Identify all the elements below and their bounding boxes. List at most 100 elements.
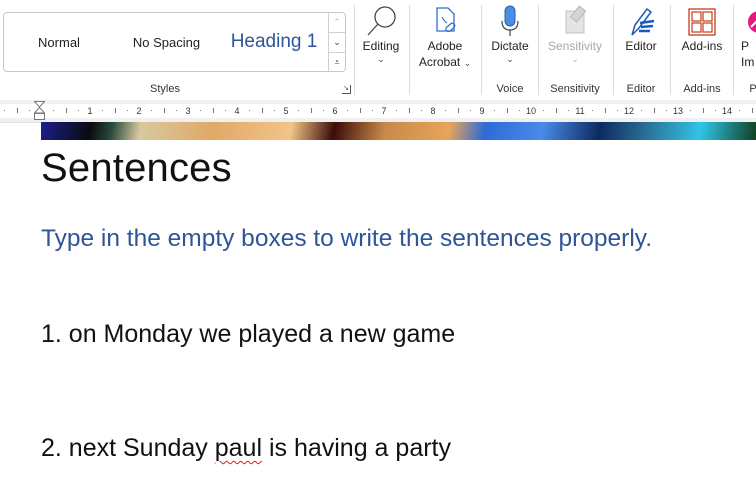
ruler-strip bbox=[0, 104, 756, 118]
editor-pen-icon bbox=[618, 4, 664, 38]
ruler-dot bbox=[396, 110, 398, 111]
sentence-text: is having a party bbox=[262, 434, 451, 462]
editor-group-label: Editor bbox=[626, 83, 656, 95]
ruler-tick bbox=[310, 108, 312, 113]
ruler-dot bbox=[224, 110, 226, 111]
ruler-number: 9 bbox=[479, 106, 485, 116]
ruler-dot bbox=[77, 110, 79, 111]
chevron-down-icon: ⌄ bbox=[506, 54, 514, 64]
ruler-dot bbox=[4, 110, 6, 111]
pink-app-label: P bbox=[741, 39, 750, 53]
chevron-down-icon: ⌄ bbox=[463, 58, 472, 68]
ruler-dot bbox=[28, 110, 30, 111]
divider bbox=[538, 5, 539, 95]
pink-app-button[interactable]: P Im bbox=[741, 4, 756, 70]
sentence-item-2[interactable]: 2. next Sunday paul is having a party bbox=[41, 434, 451, 463]
ruler-tick bbox=[457, 108, 459, 113]
style-heading-1[interactable]: Heading 1 bbox=[219, 13, 329, 71]
ruler-dot bbox=[714, 110, 716, 111]
gallery-scroll-up-button[interactable]: ⌃ bbox=[329, 13, 345, 33]
ruler-tick bbox=[359, 108, 361, 113]
pink-app-group-label: P bbox=[749, 83, 756, 95]
divider bbox=[670, 5, 671, 95]
ruler-tick bbox=[653, 108, 655, 113]
ruler-dot bbox=[641, 110, 643, 111]
chevron-down-icon: ⌄ bbox=[571, 54, 579, 64]
ruler-dot bbox=[665, 110, 667, 111]
ruler-number: 7 bbox=[381, 106, 387, 116]
ruler-number: 11 bbox=[575, 106, 585, 116]
styles-dialog-launcher-icon[interactable]: ↘ bbox=[342, 85, 351, 94]
gallery-scroll-down-button[interactable]: ⌄ bbox=[329, 33, 345, 53]
editing-label: Editing bbox=[362, 39, 400, 53]
sentence-item-1[interactable]: 1. on Monday we played a new game bbox=[41, 320, 455, 349]
adobe-acrobat-button[interactable]: Adobe Acrobat ⌄ bbox=[413, 4, 477, 70]
misspelled-word[interactable]: paul bbox=[215, 434, 262, 462]
ruler-number: 3 bbox=[185, 106, 191, 116]
sentence-text: 1. on Monday we played a new game bbox=[41, 320, 456, 348]
divider bbox=[481, 5, 482, 95]
ruler-dot bbox=[592, 110, 594, 111]
ruler-dot bbox=[494, 110, 496, 111]
ruler-number: 4 bbox=[234, 106, 240, 116]
microphone-icon bbox=[486, 4, 534, 38]
sensitivity-label: Sensitivity bbox=[547, 39, 603, 53]
editor-button[interactable]: Editor bbox=[618, 4, 664, 54]
ruler-tick bbox=[506, 108, 508, 113]
ruler-tick bbox=[212, 108, 214, 113]
adobe-acrobat-label-2: Acrobat bbox=[418, 55, 461, 69]
ruler-dot bbox=[200, 110, 202, 111]
document-title[interactable]: Sentences bbox=[41, 146, 232, 191]
ruler-number: 10 bbox=[525, 106, 537, 116]
ruler-number: 14 bbox=[721, 106, 733, 116]
ruler-dot bbox=[616, 110, 618, 111]
divider bbox=[733, 5, 734, 95]
ruler-dot bbox=[102, 110, 104, 111]
ruler-number: 1 bbox=[87, 106, 93, 116]
ruler-dot bbox=[445, 110, 447, 111]
sensitivity-icon bbox=[542, 4, 608, 38]
ruler-number: 5 bbox=[283, 106, 289, 116]
ruler-dot bbox=[126, 110, 128, 111]
sentence-text: 2. next Sunday bbox=[41, 434, 215, 462]
styles-group-label: Styles bbox=[150, 83, 180, 95]
divider bbox=[409, 5, 410, 95]
divider bbox=[613, 5, 614, 95]
header-image bbox=[41, 122, 756, 140]
dictate-label: Dictate bbox=[491, 39, 529, 53]
ruler-number: 12 bbox=[623, 106, 635, 116]
horizontal-ruler[interactable]: 1 2 3 4 5 6 7 8 9 10 11 12 13 14 bbox=[0, 100, 756, 123]
indent-marker-icon[interactable] bbox=[33, 101, 46, 121]
ruler-tick bbox=[261, 108, 263, 113]
dictate-button[interactable]: Dictate ⌄ bbox=[486, 4, 534, 64]
ruler-dot bbox=[690, 110, 692, 111]
ribbon: Normal No Spacing Heading 1 ⌃ ⌄ ⩡ Styles… bbox=[0, 0, 756, 100]
add-ins-label: Add-ins bbox=[681, 39, 723, 53]
ruler-dot bbox=[518, 110, 520, 111]
add-ins-icon bbox=[676, 4, 728, 38]
ruler-tick bbox=[16, 108, 18, 113]
ruler-dot bbox=[469, 110, 471, 111]
sensitivity-button[interactable]: Sensitivity ⌄ bbox=[542, 4, 608, 64]
pink-app-label-2: Im bbox=[741, 55, 755, 69]
ruler-number: 2 bbox=[136, 106, 142, 116]
ruler-tick bbox=[604, 108, 606, 113]
ruler-dot bbox=[298, 110, 300, 111]
ruler-number: 13 bbox=[672, 106, 684, 116]
ruler-tick bbox=[163, 108, 165, 113]
document-subtitle[interactable]: Type in the empty boxes to write the sen… bbox=[41, 225, 652, 253]
ruler-dot bbox=[273, 110, 275, 111]
chevron-down-icon: ⌄ bbox=[377, 54, 385, 64]
ruler-dot bbox=[420, 110, 422, 111]
ruler-tick bbox=[65, 108, 67, 113]
voice-group-label: Voice bbox=[496, 83, 524, 95]
ruler-dot bbox=[249, 110, 251, 111]
gallery-more-button[interactable]: ⩡ bbox=[329, 53, 345, 72]
divider bbox=[354, 5, 355, 95]
add-ins-button[interactable]: Add-ins bbox=[676, 4, 728, 54]
style-no-spacing[interactable]: No Spacing bbox=[114, 13, 219, 71]
ruler-dot bbox=[151, 110, 153, 111]
pink-app-icon bbox=[741, 4, 756, 38]
editing-button[interactable]: Editing ⌄ bbox=[358, 4, 404, 64]
style-normal[interactable]: Normal bbox=[4, 13, 114, 71]
